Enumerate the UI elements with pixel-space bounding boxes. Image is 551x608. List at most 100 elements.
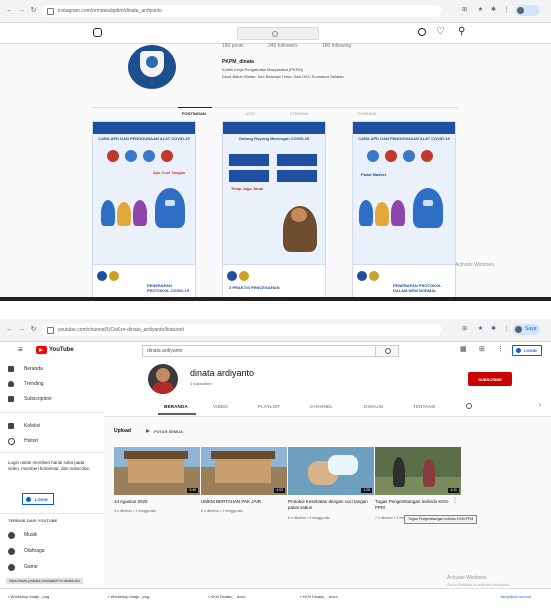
tab-saved[interactable]: DITANDAI: [290, 111, 308, 116]
tab-posts[interactable]: POSTINGAN: [182, 111, 206, 116]
subscribe-button[interactable]: SUBSCRIBE: [468, 372, 512, 386]
show-all-downloads[interactable]: Tampilkan semua: [500, 594, 531, 599]
instagram-search-input[interactable]: [237, 27, 319, 40]
youtube-search-input[interactable]: dinata ardiyanto: [142, 345, 376, 357]
sidebar-divider: [0, 452, 104, 453]
back-icon[interactable]: ←: [5, 6, 14, 15]
download-item[interactable]: ▪ Workshop imaje ..png: [8, 594, 88, 599]
more-actions-icon[interactable]: ⋮: [452, 497, 458, 505]
ig-post-1[interactable]: CARA APD DAN PENGGUNAAN ALAT COVID-19 Ay…: [92, 121, 196, 298]
video-title-3[interactable]: Protokol Kesehatan dengan cuci tangan pa…: [288, 499, 374, 510]
download-item[interactable]: ▪ KKN Dinata_ ..docx: [300, 594, 380, 599]
extension-icon[interactable]: ⊞: [460, 325, 469, 334]
tab-discussion[interactable]: DISKUSI: [364, 404, 383, 410]
settings-dots-icon[interactable]: ⋮: [497, 345, 504, 355]
star-icon[interactable]: ★: [476, 6, 485, 15]
top-address-bar[interactable]: instagram.com/ormawa/ppkm/dinata_ardiyan…: [42, 5, 442, 17]
sidebar-item-music[interactable]: Musik: [8, 529, 100, 541]
explore-icon[interactable]: [418, 28, 426, 36]
stat-posts[interactable]: 180 posts: [222, 43, 244, 49]
heart-icon[interactable]: ♡: [436, 26, 445, 38]
account-icon: [26, 496, 31, 502]
youtube-login-button[interactable]: LOGIN: [512, 345, 542, 356]
search-button[interactable]: [375, 345, 399, 357]
top-profile-chip[interactable]: [515, 5, 539, 16]
video-duration: 4:03: [274, 488, 285, 493]
reload-icon[interactable]: ↻: [29, 325, 38, 334]
download-item[interactable]: ▪ KKN Dinata_ ..docx: [208, 594, 288, 599]
tab-igtv[interactable]: IGTV: [246, 111, 255, 116]
sidebar-item-label: Olahraga: [24, 548, 45, 554]
ig-post-3[interactable]: CARA APD DAN PENGGUNAAN ALAT COVID-19 Pa…: [352, 121, 456, 298]
back-icon[interactable]: ←: [5, 325, 14, 334]
post-subtitle: Pakai Masker: [361, 172, 387, 177]
sidebar-item-home[interactable]: Beranda: [8, 363, 100, 375]
channel-avatar[interactable]: [148, 364, 178, 394]
video-thumbnail-2[interactable]: 4:03: [201, 447, 287, 495]
forward-icon[interactable]: →: [17, 325, 26, 334]
puzzle-icon[interactable]: ✱: [489, 325, 498, 334]
sidebar-item-gaming[interactable]: Game: [8, 561, 100, 573]
hamburger-menu-icon[interactable]: ≡: [18, 346, 23, 354]
sidebar-item-library[interactable]: Koleksi: [8, 420, 100, 432]
channel-search-icon[interactable]: [466, 403, 472, 409]
instagram-logo-icon[interactable]: [93, 28, 102, 37]
active-tab-indicator: [178, 107, 212, 108]
tab-videos[interactable]: VIDEO: [213, 404, 228, 410]
video-meta-3: 6 x ditonton • 2 minggu lalu: [288, 516, 331, 520]
sidebar-item-subscriptions[interactable]: Subscription: [8, 393, 100, 405]
top-url-text: instagram.com/ormawa/ppkm/dinata_ardiyan…: [58, 8, 162, 14]
video-duration: 4:11: [448, 488, 459, 493]
profile-avatar[interactable]: [128, 45, 176, 89]
apps-icon[interactable]: ▦: [460, 345, 467, 355]
avatar: [515, 326, 522, 333]
stat-followers[interactable]: 345 followers: [268, 43, 297, 49]
uploads-heading[interactable]: Upload: [114, 428, 131, 434]
login-prompt-text: Login untuk memberi hariai suka pada vid…: [8, 460, 91, 471]
bottom-profile-chip[interactable]: Saya: [513, 324, 541, 335]
sidebar-item-sports[interactable]: Olahraga: [8, 545, 100, 557]
bottom-address-bar[interactable]: youtube.com/channel/UCeKzo-dinata_ardiya…: [42, 324, 442, 336]
tab-home[interactable]: BERANDA: [164, 404, 188, 410]
extension-icon[interactable]: ⊞: [460, 6, 469, 15]
tab-channels[interactable]: CHANNEL: [310, 404, 333, 410]
stat-following[interactable]: 180 following: [322, 43, 351, 49]
video-thumbnail-4[interactable]: 4:11: [375, 447, 461, 495]
tab-about[interactable]: TENTANG: [413, 404, 436, 410]
profile-icon[interactable]: ⚲: [458, 26, 465, 38]
sidebar-item-trending[interactable]: Trending: [8, 378, 100, 390]
play-all-button[interactable]: PUTAR SEMUA: [154, 429, 183, 434]
puzzle-icon[interactable]: ✱: [489, 6, 498, 15]
person-figure: [391, 200, 405, 226]
subscriber-count: 1 subscriber: [190, 381, 212, 386]
person-icon: [367, 150, 379, 162]
reload-icon[interactable]: ↻: [29, 6, 38, 15]
tabs-divider: [92, 107, 458, 108]
menu-dots-icon[interactable]: ⋮: [502, 6, 511, 15]
chevron-right-icon[interactable]: ›: [539, 402, 541, 410]
star-icon[interactable]: ★: [476, 325, 485, 334]
grid-icon[interactable]: ⊞: [479, 345, 485, 355]
person-figure: [393, 457, 405, 487]
post-header-band: [93, 122, 195, 134]
tab-playlists[interactable]: PLAYLIST: [258, 404, 280, 410]
covid-icon: [161, 150, 173, 162]
sidebar-login-button[interactable]: LOGIN: [22, 493, 54, 505]
play-all-icon[interactable]: [146, 429, 150, 433]
ig-post-2[interactable]: Gotong Royong Mencegah COVID-19 Tetap Ja…: [222, 121, 326, 298]
forward-icon[interactable]: →: [17, 6, 26, 15]
video-title-4[interactable]: Tugas Pengembangan Individu KKN-PPM: [375, 499, 451, 510]
downloads-bar: ▪ Workshop imaje ..png ▪ Workshop imaje …: [0, 588, 551, 605]
video-thumbnail-3[interactable]: 1:26: [288, 447, 374, 495]
person-figure: [101, 200, 115, 226]
menu-dots-icon[interactable]: ⋮: [502, 325, 511, 334]
video-title-1[interactable]: 14 Agustus 2020: [114, 499, 200, 505]
video-thumbnail-1[interactable]: 3:49: [114, 447, 200, 495]
download-item-label: KKN Dinata_ ..docx: [210, 594, 246, 599]
video-title-2[interactable]: UMKM BERTAHAN PAK JAIR: [201, 499, 287, 505]
post-header-band: [353, 122, 455, 134]
tab-tagged[interactable]: DITANDAI: [358, 111, 376, 116]
sidebar-item-history[interactable]: Histori: [8, 435, 100, 447]
youtube-logo-text[interactable]: YouTube: [49, 345, 74, 355]
download-item[interactable]: ▪ Workshop imaje ..png: [108, 594, 188, 599]
